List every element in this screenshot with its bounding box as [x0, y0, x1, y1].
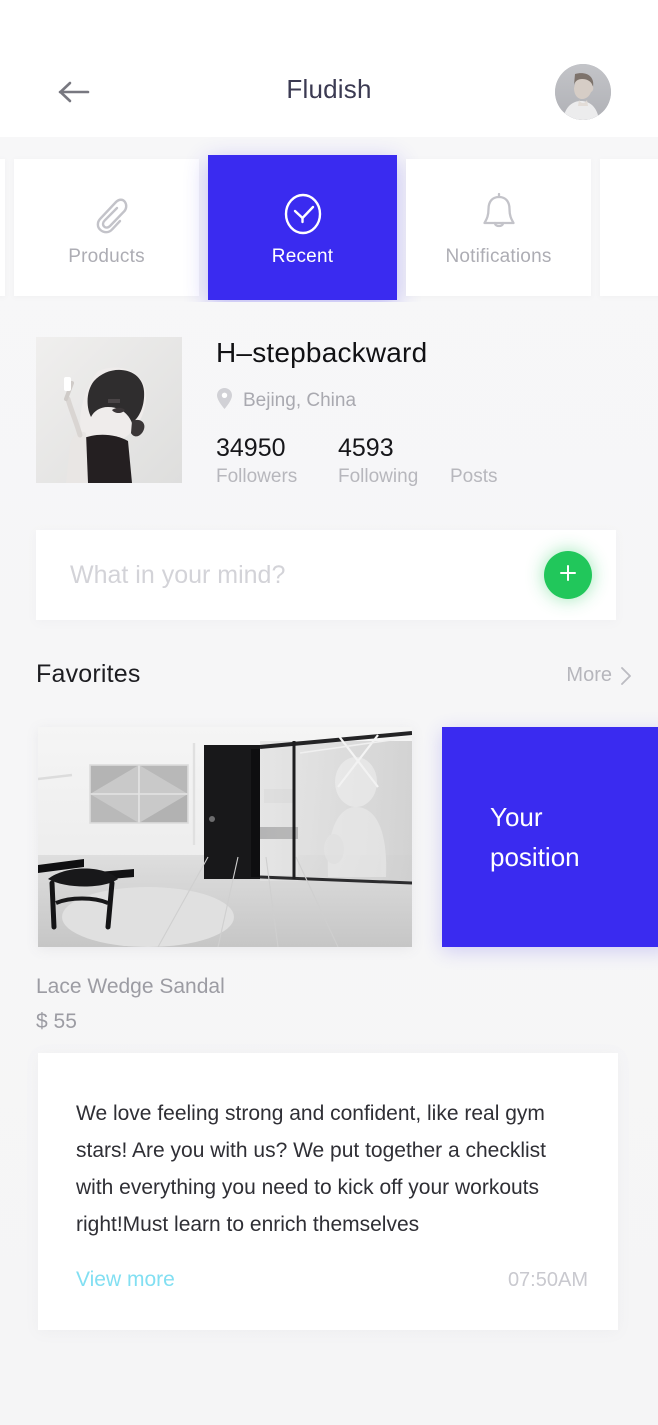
composer-input[interactable]	[70, 530, 510, 620]
stat-posts[interactable]: Posts	[450, 433, 540, 488]
clock-check-icon	[280, 188, 326, 240]
chevron-right-icon	[620, 666, 632, 686]
tab-notifications-label: Notifications	[445, 245, 552, 267]
favorites-more-link[interactable]: More	[566, 664, 632, 687]
stat-followers[interactable]: 34950 Followers	[216, 433, 338, 488]
profile-photo[interactable]	[36, 337, 182, 483]
favorite-promo-text: Your position	[490, 802, 580, 872]
stat-followers-label: Followers	[216, 466, 298, 487]
profile-section: H–stepbackward Bejing, China 34950 Follo…	[0, 337, 658, 489]
post-footer: View more 07:50AM	[76, 1268, 588, 1292]
favorite-photo-card[interactable]	[38, 727, 412, 947]
add-post-button[interactable]	[544, 551, 592, 599]
profile-photo-image	[36, 337, 182, 483]
tab-recent[interactable]: Recent	[208, 155, 397, 300]
composer-bar	[36, 530, 616, 620]
tab-peek-left[interactable]	[0, 159, 5, 296]
app-header: Fludish	[0, 0, 658, 137]
favorites-header: Favorites More	[0, 660, 658, 696]
stat-posts-value	[450, 433, 540, 463]
plus-icon	[557, 562, 579, 589]
tab-products[interactable]: Products	[14, 159, 199, 296]
user-avatar-photo	[555, 64, 611, 120]
tab-products-label: Products	[68, 245, 145, 267]
avatar[interactable]	[555, 64, 611, 120]
post-body: We love feeling strong and confident, li…	[76, 1102, 547, 1236]
stat-following-value: 4593	[338, 434, 394, 462]
tab-peek-right[interactable]	[600, 159, 658, 296]
stat-followers-value: 34950	[216, 434, 286, 462]
tabs-row: Products Recent Notifications	[0, 155, 658, 300]
tab-recent-label: Recent	[271, 245, 334, 267]
profile-location: Bejing, China	[216, 387, 356, 415]
profile-stats: 34950 Followers 4593 Following Posts	[216, 433, 540, 488]
post-card: We love feeling strong and confident, li…	[38, 1053, 618, 1330]
stat-posts-label: Posts	[450, 466, 498, 487]
profile-name: H–stepbackward	[216, 337, 428, 368]
favorites-title: Favorites	[36, 660, 141, 688]
product-name: Lace Wedge Sandal	[36, 975, 225, 998]
tab-strip: Products Recent Notifications	[0, 137, 658, 302]
favorites-row: Your position	[0, 727, 658, 949]
interior-office-photo	[38, 727, 412, 947]
stat-following-label: Following	[338, 466, 419, 487]
product-price: $ 55	[36, 1010, 77, 1033]
bell-icon	[477, 188, 521, 240]
favorite-promo-card[interactable]: Your position	[442, 727, 658, 947]
post-timestamp: 07:50AM	[507, 1268, 588, 1291]
stat-following[interactable]: 4593 Following	[338, 433, 450, 488]
app-screen: Fludish Products Recent Notifications H–…	[0, 0, 658, 1425]
paperclip-icon	[86, 188, 128, 240]
map-pin-icon	[216, 387, 233, 415]
view-more-link[interactable]: View more	[76, 1268, 175, 1292]
tab-notifications[interactable]: Notifications	[406, 159, 591, 296]
profile-location-label: Bejing, China	[243, 390, 357, 411]
favorites-more-label: More	[566, 664, 612, 686]
